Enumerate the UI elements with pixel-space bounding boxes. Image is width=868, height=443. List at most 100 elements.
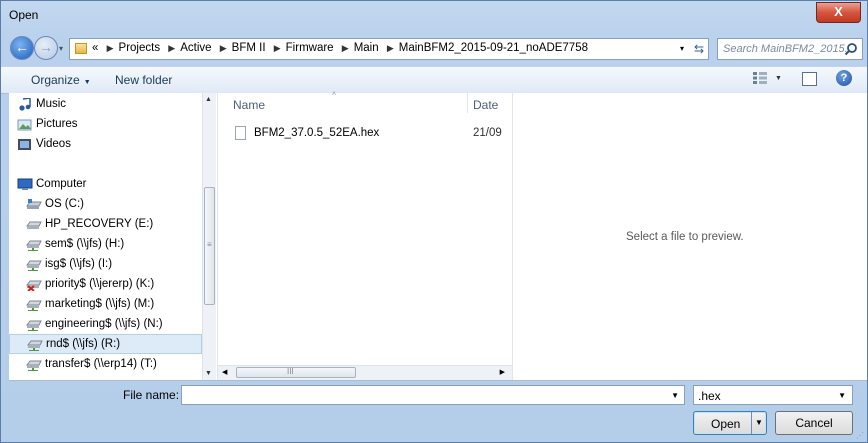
nav-item-label: isg$ (\\jfs) (I:): [45, 258, 113, 270]
preview-pane: Select a file to preview.: [512, 93, 868, 380]
scroll-right-icon[interactable]: ▶: [500, 368, 505, 376]
network-drive-icon: [26, 240, 42, 251]
search-placeholder: Search MainBFM2_2015...: [723, 43, 854, 55]
breadcrumb-separator[interactable]: ▶: [274, 43, 281, 53]
computer-icon: [17, 178, 33, 190]
back-button[interactable]: ←: [10, 36, 34, 60]
nav-item-drive-e[interactable]: HP_RECOVERY (E:): [9, 215, 202, 235]
scroll-down-icon[interactable]: ▼: [205, 370, 212, 377]
breadcrumb-separator[interactable]: ▶: [220, 43, 227, 53]
drive-icon: [26, 199, 42, 209]
breadcrumb-separator[interactable]: ▶: [387, 43, 394, 53]
organize-label: Organize: [31, 73, 80, 87]
nav-item-label: rnd$ (\\jfs) (R:): [46, 338, 121, 350]
column-header-date[interactable]: Date: [473, 98, 498, 112]
resize-grip-icon[interactable]: ⋰: [856, 431, 864, 440]
scroll-left-icon[interactable]: ◀: [222, 368, 227, 376]
breadcrumb-item[interactable]: Projects: [119, 42, 161, 54]
breadcrumb-overflow[interactable]: «: [92, 42, 98, 54]
new-folder-button[interactable]: New folder: [115, 73, 172, 87]
close-button[interactable]: X: [816, 2, 861, 23]
navpane-scrollbar[interactable]: ▲ ≡ ▼: [202, 93, 216, 380]
drive-icon: [26, 221, 42, 229]
breadcrumb-separator[interactable]: ▶: [107, 43, 114, 53]
file-row[interactable]: BFM2_37.0.5_52EA.hex 21/09: [233, 126, 513, 144]
nav-item-label: transfer$ (\\erp14) (T:): [45, 358, 157, 370]
nav-item-drive-r[interactable]: rnd$ (\\jfs) (R:): [9, 334, 202, 354]
breadcrumb-item[interactable]: MainBFM2_2015-09-21_noADE7758: [399, 42, 588, 54]
split-divider: [751, 412, 752, 434]
nav-item-drive-h[interactable]: sem$ (\\jfs) (H:): [9, 235, 202, 255]
column-divider[interactable]: [467, 93, 468, 113]
nav-item-drive-t[interactable]: transfer$ (\\erp14) (T:): [9, 355, 202, 375]
folder-icon: [75, 43, 87, 54]
search-icon[interactable]: [844, 42, 858, 56]
nav-item-drive-i[interactable]: isg$ (\\jfs) (I:): [9, 255, 202, 275]
nav-item-label: OS (C:): [45, 198, 84, 210]
nav-item-label: Videos: [36, 138, 71, 150]
chevron-down-icon: ▼: [83, 79, 91, 86]
filename-dropdown-icon[interactable]: ▼: [671, 391, 679, 400]
recent-locations-dropdown[interactable]: ▾: [59, 44, 63, 53]
filelist-hscrollbar[interactable]: ◀ III ▶: [218, 365, 513, 380]
nav-item-label: Pictures: [36, 118, 78, 130]
breadcrumb: « ▶ Projects ▶ Active ▶ BFM II ▶ Firmware ▶ M…: [92, 42, 588, 54]
nav-item-label: HP_RECOVERY (E:): [45, 218, 154, 230]
cancel-button[interactable]: Cancel: [775, 411, 853, 435]
search-input[interactable]: Search MainBFM2_2015...: [717, 38, 863, 60]
breadcrumb-separator[interactable]: ▶: [342, 43, 349, 53]
file-date: 21/09: [473, 127, 502, 139]
views-icon[interactable]: [753, 72, 767, 84]
network-drive-icon: [26, 320, 42, 331]
column-header-name[interactable]: Name: [233, 98, 265, 112]
window-title: Open: [9, 8, 39, 22]
filename-label: File name:: [123, 388, 180, 402]
scroll-thumb[interactable]: ≡: [204, 187, 215, 305]
breadcrumb-item[interactable]: BFM II: [232, 42, 266, 54]
hscroll-thumb[interactable]: III: [236, 367, 356, 378]
nav-item-label: engineering$ (\\jfs) (N:): [45, 318, 163, 330]
preview-message: Select a file to preview.: [626, 231, 744, 243]
grip-icon: ≡: [207, 240, 212, 249]
preview-pane-icon[interactable]: [802, 72, 817, 86]
grip-icon: III: [287, 367, 294, 376]
refresh-icon[interactable]: ⇆: [694, 42, 704, 56]
help-icon[interactable]: ?: [836, 70, 852, 86]
file-name: BFM2_37.0.5_52EA.hex: [254, 127, 380, 139]
command-bar: Organize ▼ New folder ▼ ?: [1, 66, 867, 94]
nav-item-pictures[interactable]: Pictures: [9, 115, 202, 135]
address-bar[interactable]: « ▶ Projects ▶ Active ▶ BFM II ▶ Firmware ▶ M…: [69, 38, 709, 60]
file-type-value: .hex: [698, 389, 721, 403]
nav-item-drive-m[interactable]: marketing$ (\\jfs) (M:): [9, 295, 202, 315]
forward-button[interactable]: →: [34, 36, 58, 60]
scroll-up-icon[interactable]: ▲: [205, 96, 212, 103]
nav-item-drive-k[interactable]: priority$ (\\jererp) (K:): [9, 275, 202, 295]
organize-button[interactable]: Organize ▼: [31, 73, 91, 87]
breadcrumb-item[interactable]: Active: [180, 42, 211, 54]
open-button[interactable]: Open ▼: [693, 411, 767, 435]
network-drive-icon: [26, 360, 42, 371]
file-icon: [235, 126, 246, 140]
breadcrumb-item[interactable]: Main: [354, 42, 379, 54]
sort-ascending-icon: ˄: [332, 91, 337, 98]
breadcrumb-separator[interactable]: ▶: [168, 43, 175, 53]
breadcrumb-item[interactable]: Firmware: [286, 42, 334, 54]
file-list: ˄ Name Date BFM2_37.0.5_52EA.hex 21/09 ◀…: [217, 91, 513, 380]
network-drive-icon: [26, 260, 42, 271]
nav-item-music[interactable]: Music: [9, 95, 202, 115]
file-type-select[interactable]: .hex ▼: [693, 385, 853, 405]
network-drive-icon: [27, 340, 43, 351]
nav-item-drive-c[interactable]: OS (C:): [9, 195, 202, 215]
nav-item-label: sem$ (\\jfs) (H:): [45, 238, 125, 250]
music-icon: [19, 98, 31, 111]
address-dropdown-button[interactable]: ▾: [680, 44, 684, 53]
open-options-dropdown[interactable]: ▼: [755, 418, 763, 427]
filename-field[interactable]: ▼: [181, 385, 685, 405]
nav-item-drive-n[interactable]: engineering$ (\\jfs) (N:): [9, 315, 202, 335]
title-bar[interactable]: Open X: [1, 1, 867, 31]
pictures-icon: [17, 119, 32, 131]
nav-item-videos[interactable]: Videos: [9, 135, 202, 155]
nav-item-computer[interactable]: Computer: [9, 175, 202, 195]
nav-item-label: Computer: [36, 178, 87, 190]
views-dropdown[interactable]: ▼: [775, 75, 782, 82]
